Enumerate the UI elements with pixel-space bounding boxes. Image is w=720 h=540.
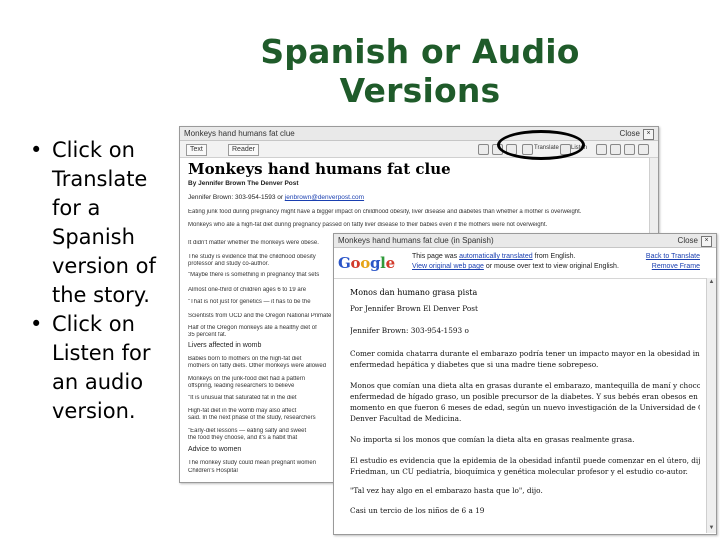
article-paragraph: The study is evidence that the childhood…: [188, 254, 316, 260]
article-paragraph: Babies born to mothers on the high-fat d…: [188, 356, 302, 362]
spanish-article-window: Monkeys hand humans fat clue (in Spanish…: [333, 233, 717, 535]
view-original-link[interactable]: View original web page: [412, 263, 484, 270]
article-paragraph: Monkeys on the junk-food diet had a patt…: [188, 376, 306, 382]
article-paragraph: Half of the Oregon monkeys ate a healthy…: [188, 325, 317, 331]
article-headline: Monkeys hand humans fat clue: [188, 160, 451, 178]
article-paragraph: said. In the next phase of the study, re…: [188, 415, 316, 421]
article-toolbar: Text Reader Translate Listen: [180, 141, 658, 158]
article-paragraph: Eating junk food during pregnancy might …: [188, 209, 582, 215]
english-window-title: Monkeys hand humans fat clue: [184, 129, 295, 138]
article-paragraph: Scientists from UCD and the Oregon Natio…: [188, 313, 332, 319]
spanish-line: Comer comida chatarra durante el embaraz…: [350, 349, 700, 358]
close-icon[interactable]: ×: [643, 129, 654, 140]
print-icon[interactable]: [610, 144, 621, 155]
article-paragraph: "It is unusual that saturated fat in the…: [188, 395, 297, 401]
article-paragraph: offspring, leading researchers to believ…: [188, 383, 295, 389]
spanish-scrollbar[interactable]: ▲ ▼: [706, 278, 716, 533]
help-icon[interactable]: [638, 144, 649, 155]
spanish-line: "Tal vez hay algo en el embarazo hasta q…: [350, 486, 543, 495]
save-icon[interactable]: [624, 144, 635, 155]
remove-frame-link[interactable]: Remove Frame: [652, 263, 700, 270]
close-icon[interactable]: ×: [701, 236, 712, 247]
spanish-line: Friedman, un CU pediatría, bioquímica y …: [350, 467, 688, 476]
close-button[interactable]: Close: [620, 127, 640, 140]
translation-note: This page was automatically translated f…: [412, 253, 575, 260]
spanish-line: Por Jennifer Brown El Denver Post: [350, 304, 478, 313]
article-byline: By Jennifer Brown The Denver Post: [188, 180, 299, 187]
reader-tab[interactable]: Reader: [228, 144, 259, 156]
google-logo: Google: [338, 254, 395, 272]
english-window-titlebar: Monkeys hand humans fat clue Close ×: [180, 127, 658, 141]
close-button[interactable]: Close: [678, 234, 698, 247]
slide-title: Spanish or Audio Versions: [260, 32, 580, 110]
bullet-list: • Click on Translate for a Spanish versi…: [30, 136, 160, 426]
view-original-note: View original web page or mouse over tex…: [412, 263, 619, 270]
spanish-line: El estudio es evidencia que la epidemia …: [350, 456, 700, 465]
bullet-dot-icon: •: [30, 312, 43, 336]
spanish-line: Monos que comían una dieta alta en grasa…: [350, 381, 700, 390]
email-icon[interactable]: [596, 144, 607, 155]
bullet-item: • Click on Translate for a Spanish versi…: [30, 136, 160, 310]
bullet-text: Click on Translate for a Spanish version…: [52, 138, 156, 307]
auto-translated-link[interactable]: automatically translated: [459, 253, 533, 260]
spanish-window-titlebar: Monkeys hand humans fat clue (in Spanish…: [334, 234, 716, 248]
scroll-up-icon[interactable]: ▲: [708, 279, 715, 286]
article-paragraph: High-fat diet in the womb may also affec…: [188, 408, 297, 414]
article-paragraph: Almost one-third of children ages 6 to 1…: [188, 287, 307, 293]
bullet-dot-icon: •: [30, 138, 43, 162]
article-subhead: Livers affected in womb: [188, 342, 262, 349]
article-subhead: Advice to women: [188, 446, 242, 453]
contact-name: Jennifer Brown: 303-954-1593 or: [188, 194, 284, 201]
zoom-out-icon[interactable]: [478, 144, 489, 155]
article-paragraph: "That is not just for genetics — it has …: [188, 299, 311, 305]
spanish-line: Denver Facultad de Medicina.: [350, 414, 462, 423]
back-to-translate-link[interactable]: Back to Translate: [646, 253, 700, 260]
article-paragraph: Monkeys who ate a high-fat diet during p…: [188, 222, 548, 228]
note-suffix: from English.: [534, 253, 576, 260]
article-contact: Jennifer Brown: 303-954-1593 or jenbrown…: [188, 194, 364, 201]
spanish-line: enfermedad de hígado graso, un posible p…: [350, 392, 700, 401]
google-translate-bar: Google This page was automatically trans…: [334, 248, 716, 279]
note2-suffix: or mouse over text to view original Engl…: [485, 263, 619, 270]
spanish-line: Jennifer Brown: 303-954-1593 o: [350, 326, 469, 335]
contact-email-link[interactable]: jenbrown@denverpost.com: [285, 194, 364, 201]
scroll-down-icon[interactable]: ▼: [708, 525, 715, 532]
note-prefix: This page was: [412, 253, 458, 260]
article-paragraph: the food they choose, and it's a habit t…: [188, 435, 298, 441]
spanish-window-title: Monkeys hand humans fat clue (in Spanish…: [338, 236, 494, 245]
article-paragraph: "Early-diet lessons — eating salty and s…: [188, 428, 307, 434]
article-paragraph: The monkey study could mean pregnant wom…: [188, 460, 317, 466]
bullet-item: • Click on Listen for an audio version.: [30, 310, 160, 426]
spanish-line: enfermedad hepática y diabetes que si un…: [350, 360, 599, 369]
text-tab[interactable]: Text: [186, 144, 207, 156]
highlight-circle: [497, 130, 585, 160]
spanish-line: Casi un tercio de los niños de 6 a 19: [350, 506, 485, 515]
article-paragraph: mothers on fatty diets. Other monkeys we…: [188, 363, 327, 369]
article-paragraph: professor and study co-author.: [188, 261, 270, 267]
article-paragraph: 35 percent fat.: [188, 332, 227, 338]
article-paragraph: "Maybe there is something in pregnancy t…: [188, 272, 320, 278]
spanish-line: momento en que fueron 6 meses de edad, s…: [350, 403, 700, 412]
spanish-headline: Monos dan humano grasa pista: [350, 288, 478, 297]
bullet-text: Click on Listen for an audio version.: [52, 312, 151, 423]
article-paragraph: Children's Hospital: [188, 468, 238, 474]
spanish-line: No importa si los monos que comían la di…: [350, 435, 635, 444]
